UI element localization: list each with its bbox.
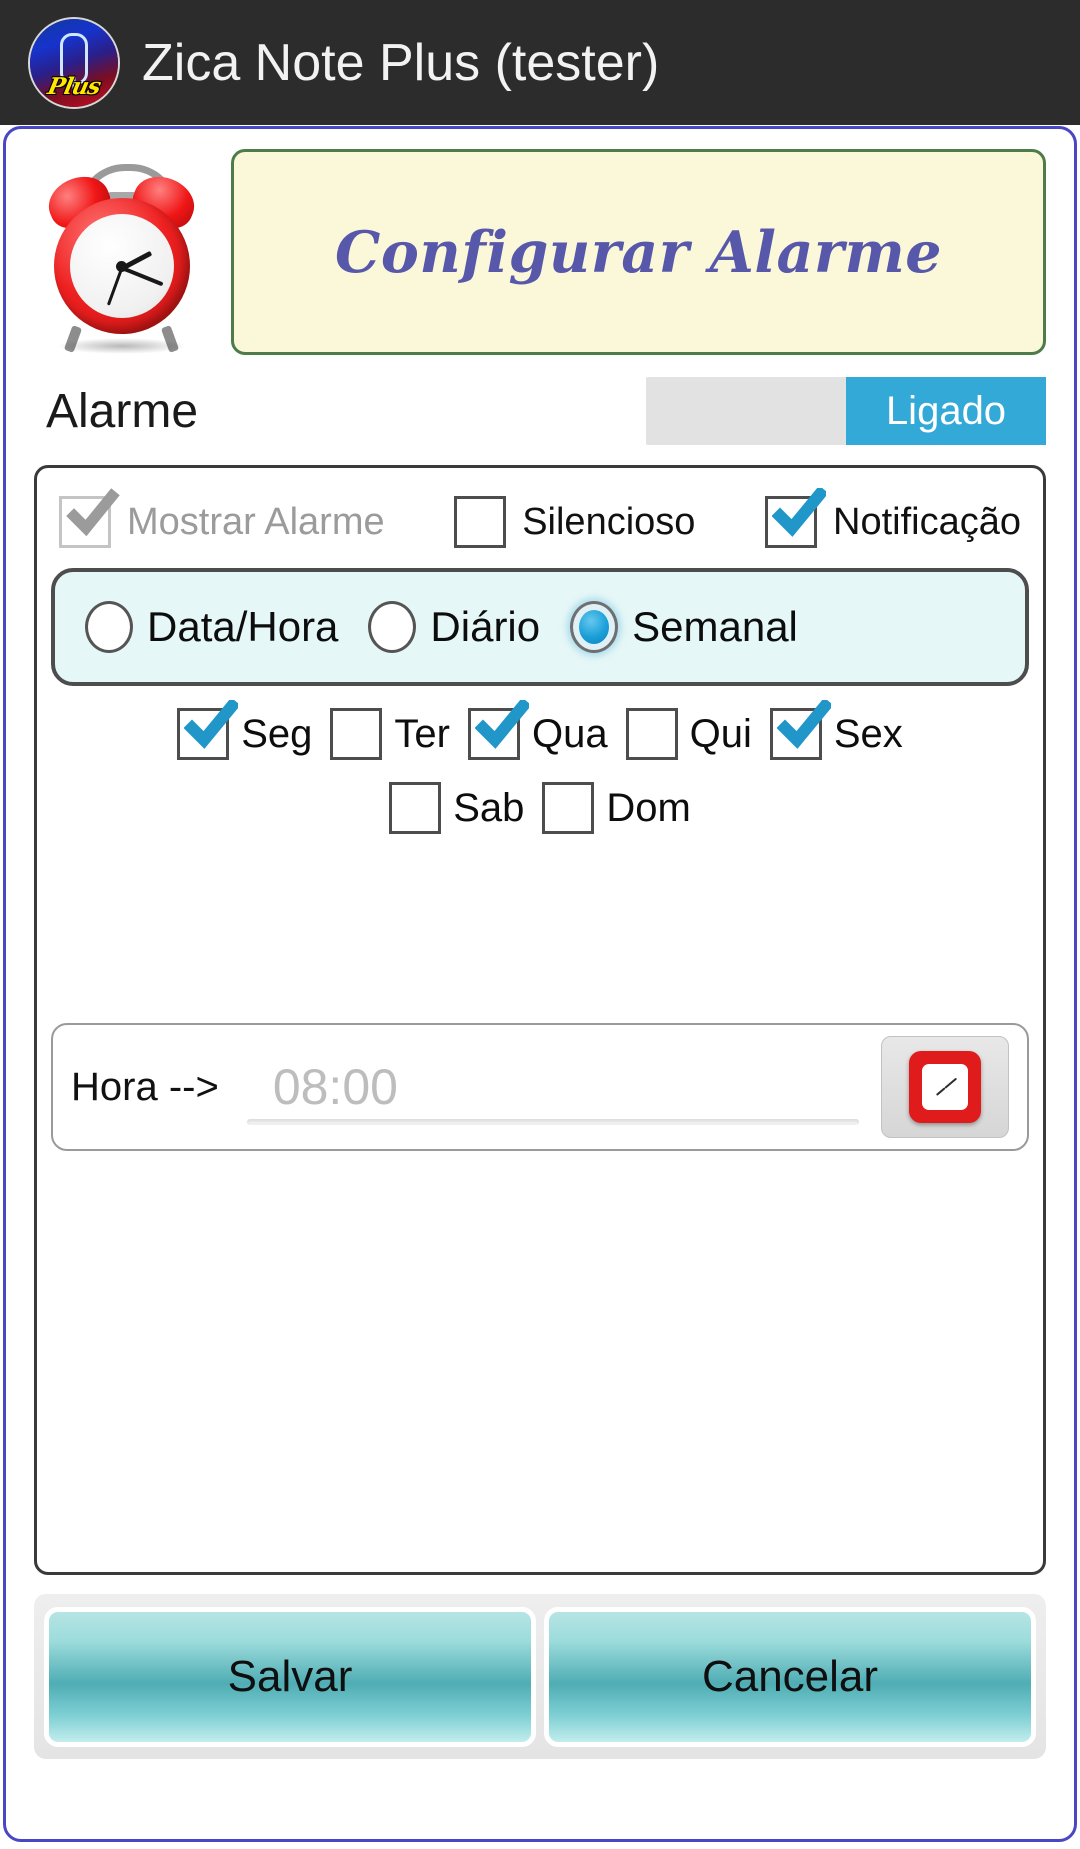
weekday-label-qua: Qua [531, 711, 608, 756]
checkbox-dom[interactable] [542, 782, 595, 834]
page-title: Configurar Alarme [334, 218, 943, 286]
alarm-toggle-state[interactable]: Ligado [846, 377, 1046, 445]
checkbox-qui[interactable] [625, 708, 678, 760]
weekday-sab[interactable]: Sab [389, 782, 524, 834]
option-mostrar-alarme[interactable]: Mostrar Alarme [59, 488, 385, 548]
clock-body [53, 198, 190, 334]
time-row: Hora --> 08:00 [51, 1023, 1029, 1151]
repeat-mode-data-hora[interactable]: Data/Hora [85, 601, 338, 653]
alarm-config-screen: Configurar Alarme Alarme Ligado Mostrar … [3, 126, 1077, 1842]
repeat-mode-diario[interactable]: Diário [368, 601, 540, 653]
check-icon [772, 488, 826, 537]
save-button[interactable]: Salvar [44, 1606, 536, 1747]
weekday-label-dom: Dom [606, 785, 691, 830]
app-title-bar: Plus Zica Note Plus (tester) [0, 0, 1080, 125]
clock-picker-face [922, 1064, 968, 1110]
alarm-toggle-switch[interactable]: Ligado [646, 377, 1046, 445]
check-icon [184, 700, 239, 749]
time-input-underline [246, 1119, 859, 1125]
time-input-wrapper[interactable]: 08:00 [246, 1041, 865, 1133]
clock-center-pin [116, 260, 127, 272]
logo-plus-text: Plus [45, 72, 103, 100]
weekday-label-sex: Sex [833, 711, 903, 756]
screen-header: Configurar Alarme [6, 129, 1074, 355]
checkbox-ter[interactable] [330, 708, 383, 760]
clock-second-hand [106, 266, 123, 306]
weekday-label-qui: Qui [689, 711, 752, 756]
weekday-row-2: Sab Dom [37, 782, 1043, 834]
checkbox-sab[interactable] [389, 782, 442, 834]
time-input[interactable]: 08:00 [247, 1058, 398, 1116]
weekday-label-ter: Ter [394, 711, 450, 756]
clock-minute-hand [120, 266, 164, 287]
weekday-qua[interactable]: Qua [467, 700, 608, 760]
check-icon [776, 700, 831, 749]
repeat-mode-label-diario: Diário [430, 603, 541, 650]
clock-picker-icon [909, 1051, 981, 1123]
alarm-settings-card: Mostrar Alarme Silencioso Notificação Da… [34, 465, 1046, 1575]
action-button-bar: Salvar Cancelar [34, 1594, 1046, 1759]
checkbox-notificacao[interactable] [765, 488, 826, 548]
option-label-notificacao: Notificação [833, 500, 1021, 543]
check-icon [474, 700, 529, 749]
weekday-dom[interactable]: Dom [542, 782, 691, 834]
option-label-silencioso: Silencioso [522, 500, 696, 543]
checkbox-silencioso[interactable] [454, 496, 507, 548]
weekday-label-sab: Sab [453, 785, 525, 830]
alarm-enable-row: Alarme Ligado [6, 355, 1074, 455]
weekday-qui[interactable]: Qui [625, 708, 752, 760]
app-title: Zica Note Plus (tester) [142, 33, 660, 92]
checkbox-seg[interactable] [177, 700, 239, 760]
weekday-label-seg: Seg [241, 711, 313, 756]
weekday-ter[interactable]: Ter [330, 708, 450, 760]
check-icon [66, 488, 120, 537]
alarm-clock-icon [34, 152, 209, 354]
time-label: Hora --> [71, 1064, 219, 1109]
alarm-enable-label: Alarme [46, 384, 199, 438]
option-notificacao[interactable]: Notificação [765, 488, 1021, 548]
checkbox-mostrar-alarme[interactable] [59, 488, 120, 548]
radio-data-hora[interactable] [85, 601, 133, 653]
radio-diario[interactable] [368, 601, 417, 653]
weekday-row-1: Seg Ter Qua Qui Sex [37, 700, 1043, 760]
time-picker-button[interactable] [881, 1036, 1009, 1138]
repeat-mode-semanal[interactable]: Semanal [570, 601, 798, 653]
clock-face [69, 214, 174, 318]
cancel-button[interactable]: Cancelar [544, 1606, 1036, 1747]
repeat-mode-group: Data/Hora Diário Semanal [51, 568, 1029, 686]
option-label-mostrar-alarme: Mostrar Alarme [127, 500, 385, 543]
clock-shadow [56, 338, 187, 354]
option-silencioso[interactable]: Silencioso [454, 496, 695, 548]
weekday-sex[interactable]: Sex [769, 700, 903, 760]
checkbox-qua[interactable] [467, 700, 529, 760]
repeat-mode-label-data-hora: Data/Hora [147, 603, 339, 650]
radio-semanal[interactable] [570, 601, 619, 653]
weekday-seg[interactable]: Seg [177, 700, 313, 760]
repeat-mode-label-semanal: Semanal [632, 603, 798, 650]
app-logo-icon: Plus [30, 18, 118, 107]
alarm-options-row: Mostrar Alarme Silencioso Notificação [37, 468, 1043, 548]
page-title-banner: Configurar Alarme [231, 149, 1046, 355]
checkbox-sex[interactable] [769, 700, 831, 760]
